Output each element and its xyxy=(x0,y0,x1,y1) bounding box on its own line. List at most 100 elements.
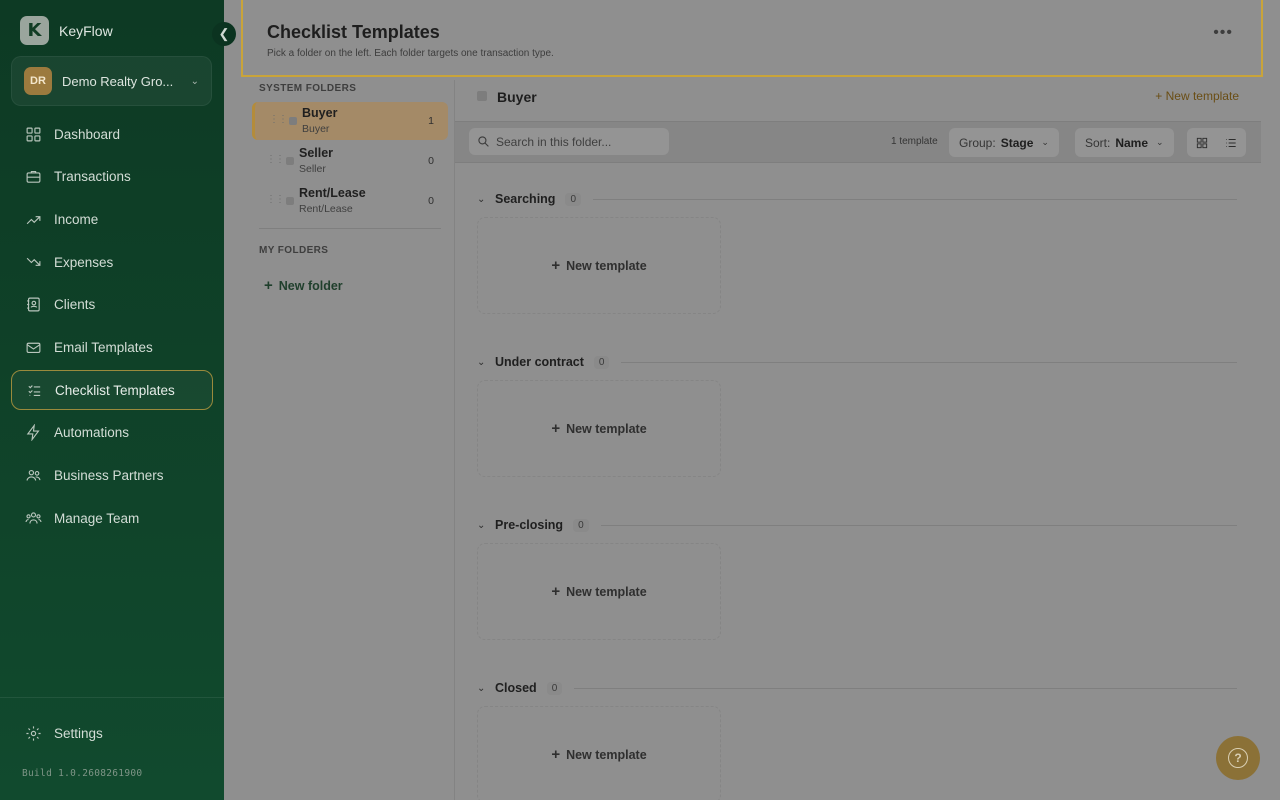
grid-view-button[interactable] xyxy=(1187,128,1216,157)
drag-handle-icon[interactable]: ⋮⋮ xyxy=(269,114,288,125)
list-view-icon xyxy=(1225,138,1236,147)
sidebar-item-settings[interactable]: Settings xyxy=(24,724,103,742)
group-header[interactable]: ⌄ Under contract 0 xyxy=(477,352,1237,372)
folder-count: 1 xyxy=(428,115,434,127)
sidebar-item-business-partners[interactable]: Business Partners xyxy=(11,456,213,496)
folder-item-seller[interactable]: ⋮⋮ Seller Seller 0 xyxy=(252,142,448,180)
checklist-icon xyxy=(25,381,43,399)
sidebar-item-label: Automations xyxy=(54,425,130,441)
contacts-book-icon xyxy=(24,296,42,314)
sidebar-item-label: Dashboard xyxy=(54,126,121,142)
sort-label: Sort: xyxy=(1085,135,1111,150)
team-icon xyxy=(24,509,42,527)
divider xyxy=(600,524,1237,526)
folder-count: 0 xyxy=(428,155,434,167)
app-logo: K xyxy=(20,16,49,45)
system-folders-label: SYSTEM FOLDERS xyxy=(259,83,357,94)
sidebar-item-label: Email Templates xyxy=(54,339,153,355)
chevron-down-icon: ⌄ xyxy=(1041,137,1049,147)
sidebar-item-label: Settings xyxy=(54,725,103,741)
group-header[interactable]: ⌄ Pre-closing 0 xyxy=(477,515,1237,535)
folder-type: Rent/Lease xyxy=(299,203,353,215)
drag-handle-icon[interactable]: ⋮⋮ xyxy=(266,194,285,205)
group-value: Stage xyxy=(1000,135,1034,150)
folder-count: 0 xyxy=(428,195,434,207)
new-folder-button[interactable]: + New folder xyxy=(264,277,343,294)
new-template-label: New template xyxy=(566,747,647,762)
sidebar-item-manage-team[interactable]: Manage Team xyxy=(11,498,213,538)
chevron-down-icon: ⌄ xyxy=(1156,137,1164,147)
folder-type: Seller xyxy=(299,163,326,175)
sidebar-item-dashboard[interactable]: Dashboard xyxy=(11,114,213,154)
grid-icon xyxy=(24,125,42,143)
search-icon xyxy=(478,136,489,147)
chevron-left-icon: ❮ xyxy=(218,26,230,41)
page-title: Checklist Templates xyxy=(267,22,440,42)
sidebar-nav: Dashboard Transactions Income Expenses C… xyxy=(11,114,213,541)
users-icon xyxy=(24,467,42,485)
sort-dropdown[interactable]: Sort: Name ⌄ xyxy=(1075,128,1174,157)
template-count: 1 template xyxy=(891,136,938,147)
group-count: 0 xyxy=(573,518,589,532)
folder-color-dot xyxy=(477,91,487,101)
sidebar-item-income[interactable]: Income xyxy=(11,199,213,239)
plus-icon: + xyxy=(551,257,561,274)
group-label: Group: xyxy=(959,135,996,150)
page-header: Checklist Templates Pick a folder on the… xyxy=(241,0,1263,77)
folder-item-rent-lease[interactable]: ⋮⋮ Rent/Lease Rent/Lease 0 xyxy=(252,182,448,220)
org-avatar: DR xyxy=(24,67,52,95)
org-switcher[interactable]: DR Demo Realty Gro... ⌄ xyxy=(11,56,212,106)
folder-content: Buyer + New template 1 template Group: S… xyxy=(454,80,1261,800)
group-count: 0 xyxy=(565,192,581,206)
group-name: Searching xyxy=(495,192,556,206)
brand[interactable]: K KeyFlow xyxy=(20,16,113,45)
chevron-down-icon: ⌄ xyxy=(477,193,486,205)
briefcase-icon xyxy=(24,168,42,186)
chevron-down-icon: ⌄ xyxy=(190,75,199,87)
sidebar-item-checklist-templates[interactable]: Checklist Templates xyxy=(11,370,213,411)
trending-down-icon xyxy=(24,253,42,271)
more-options-icon[interactable]: ••• xyxy=(1213,24,1233,42)
new-template-card[interactable]: + New template xyxy=(477,543,721,640)
search-box[interactable] xyxy=(469,128,669,155)
search-input[interactable] xyxy=(496,134,656,149)
plus-icon: + xyxy=(551,420,561,437)
list-view-button[interactable] xyxy=(1216,128,1245,157)
new-template-label: New template xyxy=(566,258,647,273)
folder-color-dot xyxy=(289,117,297,125)
group-dropdown[interactable]: Group: Stage ⌄ xyxy=(949,128,1059,157)
divider xyxy=(259,228,441,229)
new-template-card[interactable]: + New template xyxy=(477,380,721,477)
new-template-link[interactable]: + New template xyxy=(1155,89,1239,103)
sidebar-item-transactions[interactable]: Transactions xyxy=(11,157,213,197)
sidebar-item-expenses[interactable]: Expenses xyxy=(11,242,213,282)
group-count: 0 xyxy=(546,681,563,695)
group-name: Pre-closing xyxy=(495,518,564,532)
folder-item-buyer[interactable]: ⋮⋮ Buyer Buyer 1 xyxy=(252,102,448,140)
divider xyxy=(621,361,1237,363)
new-template-card[interactable]: + New template xyxy=(477,706,721,800)
new-template-card[interactable]: + New template xyxy=(477,217,721,314)
gear-icon xyxy=(24,724,42,742)
sidebar-item-email-templates[interactable]: Email Templates xyxy=(11,327,213,367)
group-header[interactable]: ⌄ Searching 0 xyxy=(477,189,1237,209)
folders-panel: SYSTEM FOLDERS ⋮⋮ Buyer Buyer 1 ⋮⋮ Selle… xyxy=(252,80,448,800)
sidebar-item-automations[interactable]: Automations xyxy=(11,413,213,453)
folder-type: Buyer xyxy=(302,123,330,135)
lightning-icon xyxy=(24,424,42,442)
sidebar-item-clients[interactable]: Clients xyxy=(11,285,213,325)
drag-handle-icon[interactable]: ⋮⋮ xyxy=(266,154,285,165)
divider xyxy=(593,198,1237,200)
folder-name: Seller xyxy=(299,146,334,160)
collapse-sidebar-button[interactable]: ❮ xyxy=(212,22,236,46)
group-header[interactable]: ⌄ Closed 0 xyxy=(477,678,1237,698)
chevron-down-icon: ⌄ xyxy=(477,356,486,368)
grid-view-icon xyxy=(1196,137,1207,148)
app-name: KeyFlow xyxy=(59,22,113,39)
help-button[interactable]: ? xyxy=(1216,736,1260,780)
sidebar: K KeyFlow DR Demo Realty Gro... ⌄ Dashbo… xyxy=(0,0,224,800)
sidebar-item-label: Expenses xyxy=(54,254,114,270)
sidebar-footer: Settings Build 1.0.2608261900 xyxy=(0,697,224,779)
org-name: Demo Realty Gro... xyxy=(62,73,174,89)
group-name: Under contract xyxy=(495,355,584,369)
